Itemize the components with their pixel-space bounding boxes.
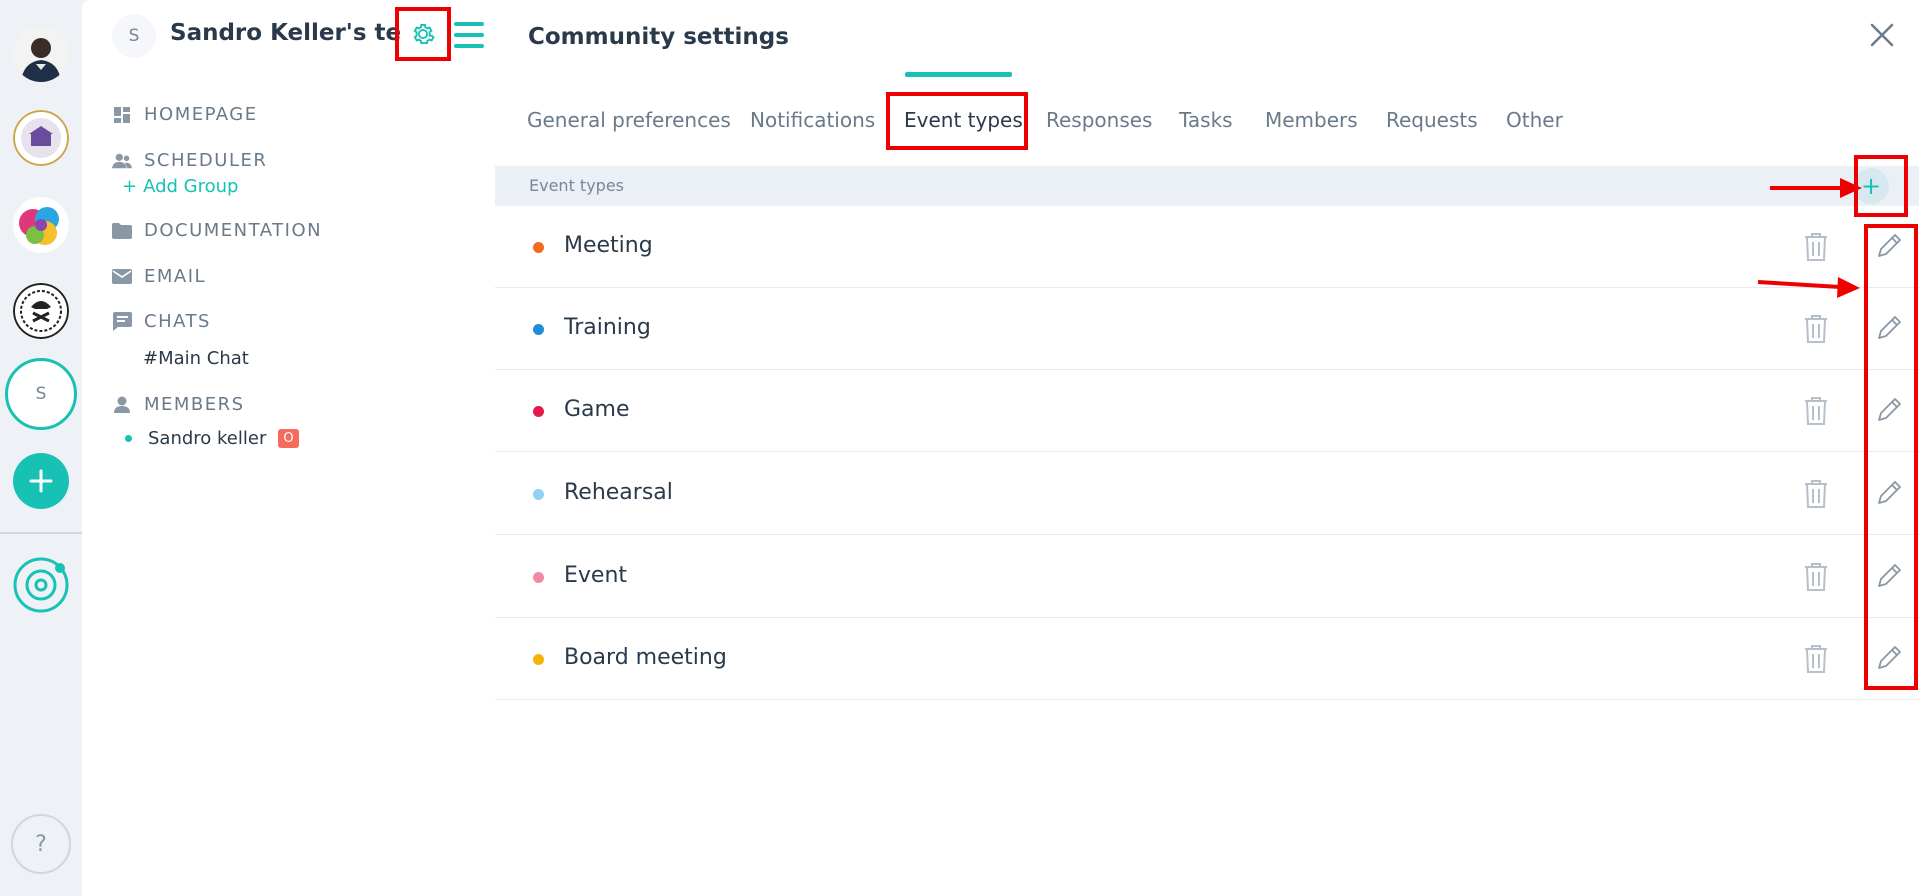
- nav-chats[interactable]: CHATS: [112, 311, 211, 332]
- tab-other[interactable]: Other: [1506, 108, 1563, 132]
- event-type-row: Game: [495, 370, 1919, 452]
- event-types-header: Event types +: [495, 166, 1919, 206]
- rail-divider: [0, 532, 82, 534]
- tab-requests[interactable]: Requests: [1386, 108, 1478, 132]
- people-icon: [112, 151, 132, 171]
- tab-tasks[interactable]: Tasks: [1179, 108, 1233, 132]
- community-rail: S ?: [0, 0, 82, 896]
- university-community-logo[interactable]: [13, 110, 69, 166]
- nav-email[interactable]: EMAIL: [112, 266, 206, 287]
- trash-icon[interactable]: [1803, 314, 1829, 344]
- close-icon: [1870, 23, 1894, 47]
- member-item[interactable]: Sandro keller O: [125, 428, 299, 449]
- online-status-dot: [125, 435, 132, 442]
- nav-homepage[interactable]: HOMEPAGE: [112, 104, 258, 125]
- user-avatar[interactable]: [13, 26, 69, 82]
- community-settings-panel: Community settings General preferences N…: [495, 0, 1919, 896]
- event-type-row: Rehearsal: [495, 453, 1919, 535]
- nav-members[interactable]: MEMBERS: [112, 394, 245, 415]
- dashboard-icon: [112, 105, 132, 125]
- event-type-row: Training: [495, 288, 1919, 370]
- chat-main-link[interactable]: #Main Chat: [143, 348, 249, 369]
- annotation-arrow: [1757, 277, 1860, 298]
- color-dot: [533, 406, 544, 417]
- color-dot: [533, 572, 544, 583]
- gear-icon: [413, 23, 435, 45]
- tab-general-preferences[interactable]: General preferences: [527, 108, 731, 132]
- trash-icon[interactable]: [1803, 479, 1829, 509]
- help-button[interactable]: ?: [11, 814, 71, 874]
- event-type-name: Training: [564, 315, 651, 340]
- nav-scheduler[interactable]: SCHEDULER: [112, 150, 267, 171]
- event-type-name: Meeting: [564, 233, 653, 258]
- annotation-box-event-types-tab: [886, 92, 1028, 150]
- section-label: Event types: [529, 176, 624, 195]
- explore-icon[interactable]: [13, 557, 69, 613]
- team-avatar[interactable]: S: [112, 14, 156, 58]
- trash-icon[interactable]: [1803, 396, 1829, 426]
- annotation-arrow: [1770, 178, 1862, 198]
- nav-documentation[interactable]: DOCUMENTATION: [112, 220, 322, 241]
- emblem-community-logo[interactable]: [13, 283, 69, 339]
- event-type-name: Board meeting: [564, 645, 727, 670]
- plus-icon: [29, 469, 53, 493]
- tab-responses[interactable]: Responses: [1046, 108, 1152, 132]
- owner-badge: O: [278, 429, 299, 448]
- color-dot: [533, 242, 544, 253]
- add-group-link[interactable]: + Add Group: [122, 176, 238, 197]
- tab-notifications[interactable]: Notifications: [750, 108, 875, 132]
- tab-members[interactable]: Members: [1265, 108, 1358, 132]
- team-sidebar: S Sandro Keller's te... HOMEPAGE SCHEDUL…: [82, 0, 495, 896]
- add-community-button[interactable]: [13, 453, 69, 509]
- event-type-row: Meeting: [495, 206, 1919, 288]
- settings-tabs: General preferences Notifications Event …: [495, 94, 1919, 150]
- color-dot: [533, 324, 544, 335]
- event-type-row: Board meeting: [495, 618, 1919, 700]
- team-name[interactable]: Sandro Keller's te...: [170, 20, 400, 46]
- event-type-name: Rehearsal: [564, 480, 673, 505]
- active-tab-indicator: [905, 72, 1012, 77]
- event-type-row: Event: [495, 536, 1919, 618]
- chat-icon: [112, 312, 132, 332]
- event-type-name: Game: [564, 397, 630, 422]
- trash-icon[interactable]: [1803, 232, 1829, 262]
- trash-icon[interactable]: [1803, 644, 1829, 674]
- colorful-community-logo[interactable]: [13, 197, 69, 253]
- event-type-name: Event: [564, 563, 628, 588]
- trash-icon[interactable]: [1803, 562, 1829, 592]
- close-button[interactable]: [1865, 18, 1899, 52]
- settings-button[interactable]: [395, 7, 451, 61]
- color-dot: [533, 654, 544, 665]
- color-dot: [533, 489, 544, 500]
- plus-icon: +: [122, 176, 138, 197]
- annotation-box-edit-column: [1864, 224, 1918, 690]
- page-title: Community settings: [528, 24, 789, 50]
- person-icon: [112, 395, 132, 415]
- menu-icon[interactable]: [454, 22, 484, 48]
- current-community-avatar[interactable]: S: [5, 358, 77, 430]
- envelope-icon: [112, 267, 132, 287]
- folder-icon: [112, 221, 132, 241]
